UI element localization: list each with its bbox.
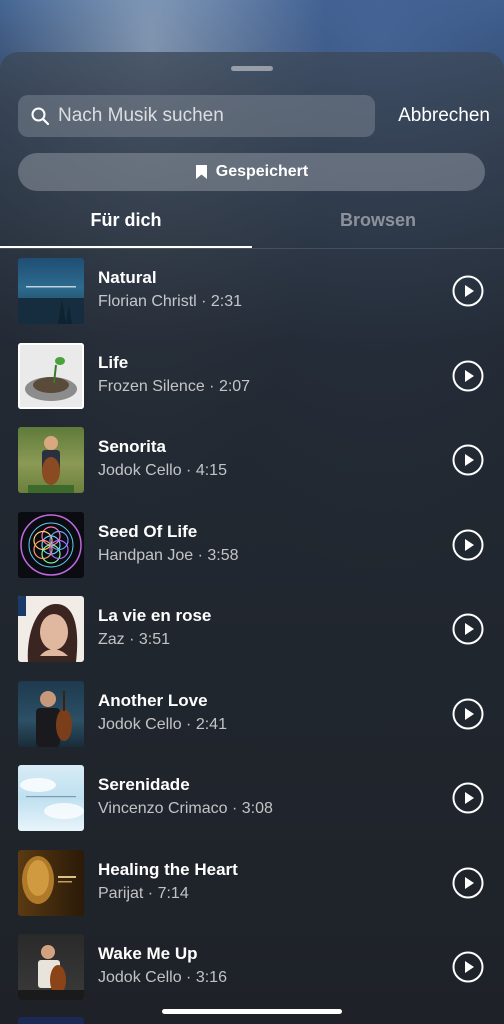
music-picker-sheet: Abbrechen Gespeichert Für dich Browsen N… [0,52,504,1024]
track-row[interactable]: Senorita Jodok Cello · 4:15 [0,427,504,512]
cancel-button[interactable]: Abbrechen [398,95,490,137]
track-subtitle: Florian Christl · 2:31 [98,293,242,311]
bookmark-icon [195,165,207,179]
track-title: Life [98,352,129,372]
track-artist: Jodok Cello [98,969,182,986]
track-row[interactable]: Another Love Jodok Cello · 2:41 [0,680,504,766]
album-cover [18,511,84,578]
track-separator: · [193,546,208,564]
track-artist: Zaz [98,631,125,648]
sheet-grabber[interactable] [231,66,273,71]
track-artist: Vincenzo Crimaco [98,800,228,817]
album-cover [18,427,84,493]
track-separator: · [181,969,196,986]
track-row[interactable]: Natural Florian Christl · 2:31 [0,258,504,343]
track-duration: 7:14 [157,884,189,902]
track-duration: 3:16 [195,969,227,986]
saved-button[interactable]: Gespeichert [18,153,485,191]
album-cover [18,342,84,409]
track-row[interactable]: Life Frozen Silence · 2:07 [0,342,504,428]
track-title: Seed Of Life [98,521,198,541]
search-input[interactable] [56,104,375,128]
play-icon[interactable] [452,698,484,730]
track-artist: Florian Christl [98,293,197,310]
track-subtitle: Vincenzo Crimaco · 3:08 [98,800,273,818]
play-icon[interactable] [452,782,484,814]
track-title: Healing the Heart [98,859,238,879]
track-list: Natural Florian Christl · 2:31 Life Froz… [0,258,504,1019]
track-row[interactable]: Serenidade Vincenzo Crimaco · 3:08 [0,765,504,850]
track-separator: · [196,293,211,310]
play-icon[interactable] [452,613,484,645]
track-artist: Handpan Joe [98,546,194,564]
album-cover [18,934,84,1000]
track-duration: 4:15 [195,462,227,479]
track-duration: 2:41 [195,715,227,733]
track-separator: · [143,884,158,902]
tab-divider [0,248,504,249]
track-artist: Jodok Cello [98,715,182,733]
track-title: La vie en rose [98,606,212,625]
track-row[interactable]: Wake Me Up Jodok Cello · 3:16 [0,934,504,1019]
play-icon[interactable] [452,867,484,899]
tab-browse[interactable]: Browsen [252,202,504,246]
track-separator: · [181,715,196,733]
search-icon [31,107,50,126]
track-subtitle: Parijat · 7:14 [98,885,189,903]
track-subtitle: Handpan Joe · 3:58 [98,547,239,565]
track-artist: Parijat [98,884,144,902]
track-separator: · [124,631,139,648]
track-separator: · [204,377,219,395]
track-duration: 3:08 [241,800,273,817]
home-indicator[interactable] [162,1009,342,1014]
track-title: Wake Me Up [98,944,198,963]
track-subtitle: Jodok Cello · 3:16 [98,969,227,987]
album-cover [18,849,84,916]
track-subtitle: Zaz · 3:51 [98,631,170,649]
saved-button-label: Gespeichert [215,163,309,180]
track-artist: Frozen Silence [98,377,205,395]
track-duration: 3:58 [207,546,239,564]
play-icon[interactable] [452,360,484,392]
album-cover [18,258,84,324]
track-title: Natural [98,268,157,287]
track-row[interactable]: Seed Of Life Handpan Joe · 3:58 [0,511,504,597]
track-subtitle: Jodok Cello · 2:41 [98,716,227,734]
play-icon[interactable] [452,951,484,983]
album-cover [18,680,84,747]
track-artist: Jodok Cello [98,462,182,479]
track-duration: 2:07 [218,377,251,395]
play-icon[interactable] [452,275,484,307]
track-subtitle: Frozen Silence · 2:07 [98,378,250,396]
search-box[interactable] [18,95,375,137]
track-duration: 2:31 [210,293,243,310]
play-icon[interactable] [452,529,484,561]
track-subtitle: Jodok Cello · 4:15 [98,462,227,480]
next-album-cover-peek [18,1017,84,1024]
track-separator: · [227,800,242,817]
search-row: Abbrechen [18,95,490,137]
track-duration: 3:51 [138,631,171,648]
tab-bar: Für dich Browsen [0,202,504,248]
album-cover [18,765,84,831]
track-title: Senorita [98,437,167,456]
album-cover [18,596,84,662]
track-separator: · [181,462,196,479]
track-title: Serenidade [98,775,190,794]
tab-for-you[interactable]: Für dich [0,202,252,248]
track-row[interactable]: La vie en rose Zaz · 3:51 [0,596,504,681]
track-row[interactable]: Healing the Heart Parijat · 7:14 [0,849,504,935]
track-title: Another Love [98,690,208,710]
play-icon[interactable] [452,444,484,476]
